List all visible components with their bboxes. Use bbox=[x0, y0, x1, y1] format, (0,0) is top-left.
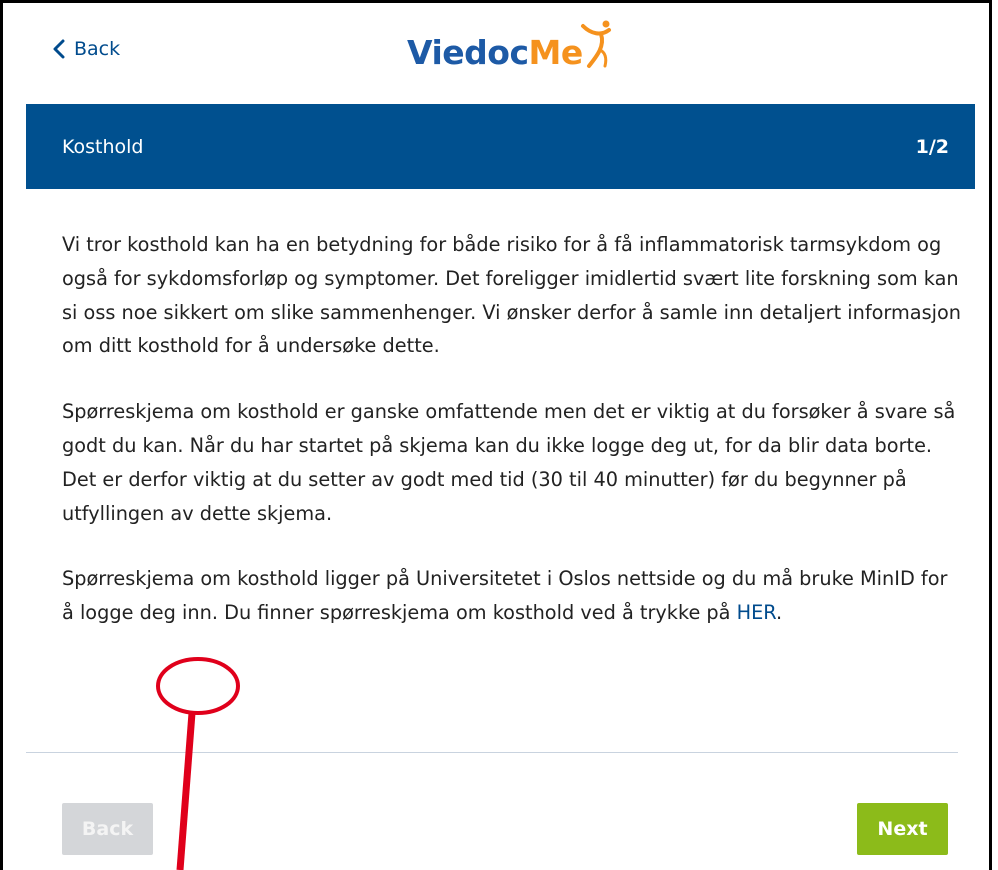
instructions-paragraph: Spørreskjema om kosthold er ganske omfat… bbox=[62, 400, 956, 525]
logo-text-me: Me bbox=[528, 33, 584, 72]
form-content: Vi tror kosthold kan ha en betydning for… bbox=[62, 228, 962, 662]
section-header: Kosthold 1/2 bbox=[26, 104, 975, 189]
viedocme-logo: Viedoc Me bbox=[407, 20, 613, 72]
questionnaire-link[interactable]: HER bbox=[737, 601, 776, 624]
top-back-link[interactable]: Back bbox=[52, 38, 120, 60]
next-button[interactable]: Next bbox=[857, 803, 948, 855]
logo-figure-icon bbox=[580, 20, 611, 68]
link-paragraph-text: Spørreskjema om kosthold ligger på Unive… bbox=[62, 567, 948, 625]
back-button[interactable]: Back bbox=[62, 803, 153, 855]
link-paragraph-end: . bbox=[776, 601, 783, 625]
chevron-left-icon bbox=[53, 39, 65, 59]
top-back-label: Back bbox=[74, 38, 121, 60]
intro-paragraph: Vi tror kosthold kan ha en betydning for… bbox=[62, 233, 962, 358]
section-title: Kosthold bbox=[62, 135, 144, 158]
footer-divider bbox=[26, 752, 958, 753]
page-progress: 1/2 bbox=[915, 135, 949, 158]
logo-text-viedoc: Viedoc bbox=[407, 33, 529, 72]
link-paragraph: Spørreskjema om kosthold ligger på Unive… bbox=[62, 562, 962, 630]
